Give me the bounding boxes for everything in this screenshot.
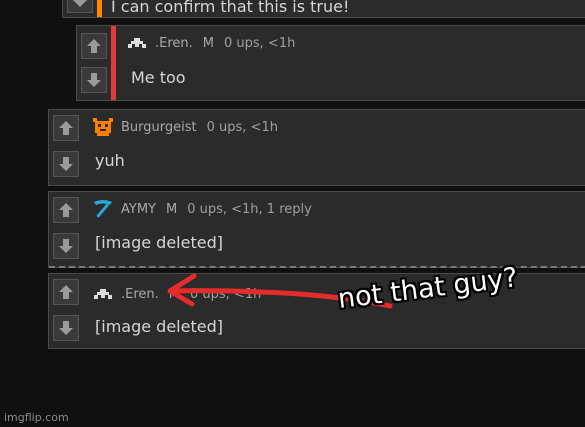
pickaxe-icon <box>94 200 112 218</box>
down-arrow-icon <box>59 157 73 171</box>
username-link[interactable]: AYMY <box>121 202 156 217</box>
vote-column <box>77 26 111 100</box>
space-invader-icon <box>94 289 112 299</box>
username-link[interactable]: .Eren. <box>155 36 193 51</box>
upvote-button[interactable] <box>53 115 79 141</box>
down-arrow-icon <box>59 321 73 335</box>
mod-tag: M <box>202 35 214 51</box>
watermark: imgflip.com <box>4 411 69 424</box>
comment-text: [image deleted] <box>95 317 223 336</box>
downvote-button[interactable] <box>81 67 107 93</box>
reply-accent-bar <box>111 26 116 100</box>
reply-accent-bar <box>97 0 102 17</box>
comment-aymy: AYMY M 0 ups, <1h, 1 reply [image delete… <box>48 191 585 268</box>
comment-stats: 0 ups, <1h <box>224 35 296 51</box>
vote-column <box>63 0 97 17</box>
vote-column <box>49 192 83 267</box>
up-arrow-icon <box>59 121 73 135</box>
comment-text: yuh <box>95 151 125 170</box>
comment-confirm: I can confirm that this is true! <box>62 0 585 18</box>
up-arrow-icon <box>59 203 73 217</box>
screenshot-canvas: I can confirm that this is true! .Eren. … <box>0 0 585 427</box>
mod-tag: M <box>165 201 178 217</box>
comment-meta: AYMY M 0 ups, <1h, 1 reply <box>91 197 312 221</box>
comment-meta: Burgurgeist 0 ups, <1h <box>91 115 278 139</box>
downvote-button[interactable] <box>67 0 93 13</box>
upvote-button[interactable] <box>53 197 79 223</box>
vote-column <box>49 274 83 348</box>
downvote-button[interactable] <box>53 233 79 259</box>
upvote-button[interactable] <box>81 33 107 59</box>
down-arrow-icon <box>59 239 73 253</box>
downvote-button[interactable] <box>53 151 79 177</box>
up-arrow-icon <box>87 39 101 53</box>
comment-eren-me-too: .Eren. M 0 ups, <1h Me too <box>76 25 585 101</box>
comment-text: I can confirm that this is true! <box>111 0 350 16</box>
comment-text: Me too <box>131 68 186 87</box>
space-invader-icon <box>128 38 146 48</box>
comment-text: [image deleted] <box>95 233 223 252</box>
comment-burgurgeist: Burgurgeist 0 ups, <1h yuh <box>48 109 585 186</box>
username-link[interactable]: Burgurgeist <box>121 120 197 135</box>
comment-meta: .Eren. M 0 ups, <1h <box>125 31 295 55</box>
up-arrow-icon <box>59 285 73 299</box>
downvote-button[interactable] <box>53 315 79 341</box>
vote-column <box>49 110 83 185</box>
orange-creature-icon <box>93 118 113 136</box>
comment-stats: 0 ups, <1h <box>206 119 278 135</box>
comment-stats: 0 ups, <1h, 1 reply <box>187 201 312 217</box>
down-arrow-icon <box>73 0 87 7</box>
down-arrow-icon <box>87 73 101 87</box>
upvote-button[interactable] <box>53 279 79 305</box>
